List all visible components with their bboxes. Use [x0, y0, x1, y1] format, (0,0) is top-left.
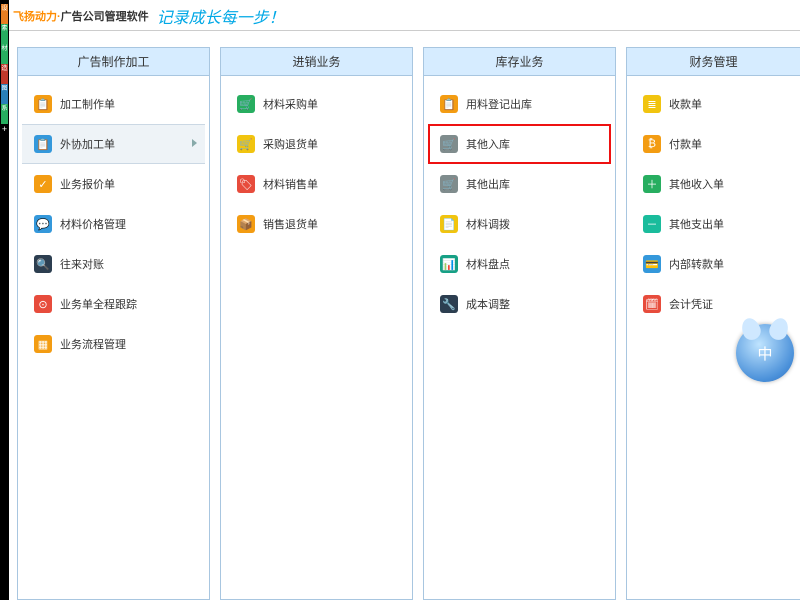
menu-item[interactable]: ＋ 其他收入单 [631, 164, 796, 204]
column-header: 财务管理 [627, 48, 800, 76]
top-divider [9, 30, 800, 31]
menu-item[interactable]: 🛒 材料采购单 [225, 84, 408, 124]
brand-title: 广告公司管理软件 [61, 8, 149, 24]
menu-item-label: 材料价格管理 [60, 216, 126, 232]
chevron-right-icon [192, 139, 197, 147]
menu-item[interactable]: 🔍 往来对账 [22, 244, 205, 284]
menu-item-label: 业务流程管理 [60, 336, 126, 352]
menu-item[interactable]: － 其他支出单 [631, 204, 796, 244]
menu-item-label: 加工制作单 [60, 96, 115, 112]
menu-item[interactable]: ✓ 业务报价单 [22, 164, 205, 204]
left-sidebar: 设素材造图系+ [0, 0, 9, 600]
menu-item-icon: 🛒 [237, 95, 255, 113]
menu-item-icon: 📦 [237, 215, 255, 233]
menu-item-label: 往来对账 [60, 256, 104, 272]
menu-item[interactable]: 📋 外协加工单 [22, 124, 205, 164]
brand-prefix: 飞扬动力· [13, 8, 61, 24]
menu-item[interactable]: 💳 内部转款单 [631, 244, 796, 284]
menu-item-label: 其他支出单 [669, 216, 724, 232]
menu-item[interactable]: 📊 材料盘点 [428, 244, 611, 284]
menu-item-label: 业务单全程跟踪 [60, 296, 137, 312]
float-badge[interactable]: 中 [736, 324, 794, 382]
menu-item-icon: 🛒 [440, 175, 458, 193]
menu-item[interactable]: 📄 材料调拨 [428, 204, 611, 244]
menu-item-label: 会计凭证 [669, 296, 713, 312]
column-body: 🛒 材料采购单 🛒 采购退货单 🏷 材料销售单 📦 销售退货单 [221, 76, 412, 599]
menu-item[interactable]: 🔧 成本调整 [428, 284, 611, 324]
menu-item-label: 其他收入单 [669, 176, 724, 192]
menu-item-icon: 💬 [34, 215, 52, 233]
column-body: 📋 用料登记出库 🛒 其他入库 🛒 其他出库 📄 材料调拨 📊 材料盘点 🔧 成本调整 [424, 76, 615, 599]
menu-item[interactable]: 🛒 其他入库 [428, 124, 611, 164]
module-column: 进销业务 🛒 材料采购单 🛒 采购退货单 🏷 材料销售单 📦 销售退货单 [220, 47, 413, 600]
menu-item-icon: － [643, 215, 661, 233]
menu-item[interactable]: 🗓 会计凭证 [631, 284, 796, 324]
menu-item-icon: 🗓 [643, 295, 661, 313]
sidebar-cell[interactable]: 系 [1, 104, 8, 124]
menu-item-icon: ⊙ [34, 295, 52, 313]
menu-item-label: 销售退货单 [263, 216, 318, 232]
menu-item-icon: 🏷 [237, 175, 255, 193]
menu-item[interactable]: ₿ 付款单 [631, 124, 796, 164]
menu-item-icon: 📄 [440, 215, 458, 233]
menu-item[interactable]: 🛒 其他出库 [428, 164, 611, 204]
menu-item-label: 采购退货单 [263, 136, 318, 152]
menu-item-label: 内部转款单 [669, 256, 724, 272]
menu-item-label: 用料登记出库 [466, 96, 532, 112]
menu-item-label: 业务报价单 [60, 176, 115, 192]
menu-item-icon: ₿ [643, 135, 661, 153]
column-header: 库存业务 [424, 48, 615, 76]
menu-item[interactable]: 💬 材料价格管理 [22, 204, 205, 244]
menu-item[interactable]: 📋 加工制作单 [22, 84, 205, 124]
menu-item-icon: 📋 [440, 95, 458, 113]
sidebar-cell[interactable]: 造 [1, 64, 8, 84]
module-column: 广告制作加工 📋 加工制作单 📋 外协加工单 ✓ 业务报价单 💬 材料价格管理 🔍 往来对账 ⊙ 业务单… [17, 47, 210, 600]
menu-item-label: 外协加工单 [60, 136, 115, 152]
module-column: 库存业务 📋 用料登记出库 🛒 其他入库 🛒 其他出库 📄 材料调拨 📊 材料盘点 🔧 成本调整 [423, 47, 616, 600]
menu-item[interactable]: ⊙ 业务单全程跟踪 [22, 284, 205, 324]
menu-item-icon: ≣ [643, 95, 661, 113]
menu-item-icon: 📊 [440, 255, 458, 273]
menu-item[interactable]: 🛒 采购退货单 [225, 124, 408, 164]
menu-item[interactable]: ≣ 收款单 [631, 84, 796, 124]
menu-item-label: 材料采购单 [263, 96, 318, 112]
menu-item-icon: 🔧 [440, 295, 458, 313]
menu-item[interactable]: 📦 销售退货单 [225, 204, 408, 244]
menu-item[interactable]: ▦ 业务流程管理 [22, 324, 205, 364]
menu-item-label: 其他出库 [466, 176, 510, 192]
menu-item-label: 材料调拨 [466, 216, 510, 232]
menu-item-icon: 🔍 [34, 255, 52, 273]
menu-item-icon: ✓ [34, 175, 52, 193]
module-columns: 广告制作加工 📋 加工制作单 📋 外协加工单 ✓ 业务报价单 💬 材料价格管理 🔍 往来对账 ⊙ 业务单… [17, 47, 800, 600]
menu-item-icon: ▦ [34, 335, 52, 353]
menu-item-label: 成本调整 [466, 296, 510, 312]
menu-item-label: 付款单 [669, 136, 702, 152]
column-body: 📋 加工制作单 📋 外协加工单 ✓ 业务报价单 💬 材料价格管理 🔍 往来对账 ⊙ 业务单全程跟踪 ▦ 业… [18, 76, 209, 599]
column-header: 进销业务 [221, 48, 412, 76]
menu-item-icon: 🛒 [440, 135, 458, 153]
menu-item-label: 材料销售单 [263, 176, 318, 192]
sidebar-cell[interactable]: 素 [1, 24, 8, 44]
menu-item-icon: 💳 [643, 255, 661, 273]
brand-slogan: 记录成长每一步！ [157, 4, 285, 28]
column-header: 广告制作加工 [18, 48, 209, 76]
menu-item-icon: 🛒 [237, 135, 255, 153]
sidebar-cell[interactable]: 图 [1, 84, 8, 104]
menu-item[interactable]: 📋 用料登记出库 [428, 84, 611, 124]
menu-item-icon: ＋ [643, 175, 661, 193]
menu-item-icon: 📋 [34, 135, 52, 153]
menu-item-icon: 📋 [34, 95, 52, 113]
menu-item-label: 其他入库 [466, 136, 510, 152]
menu-item[interactable]: 🏷 材料销售单 [225, 164, 408, 204]
sidebar-cell[interactable]: 材 [1, 44, 8, 64]
top-bar: 飞扬动力· 广告公司管理软件 记录成长每一步！ [9, 0, 285, 32]
sidebar-cell[interactable]: + [1, 124, 8, 144]
sidebar-cell[interactable]: 设 [1, 4, 8, 24]
menu-item-label: 收款单 [669, 96, 702, 112]
menu-item-label: 材料盘点 [466, 256, 510, 272]
